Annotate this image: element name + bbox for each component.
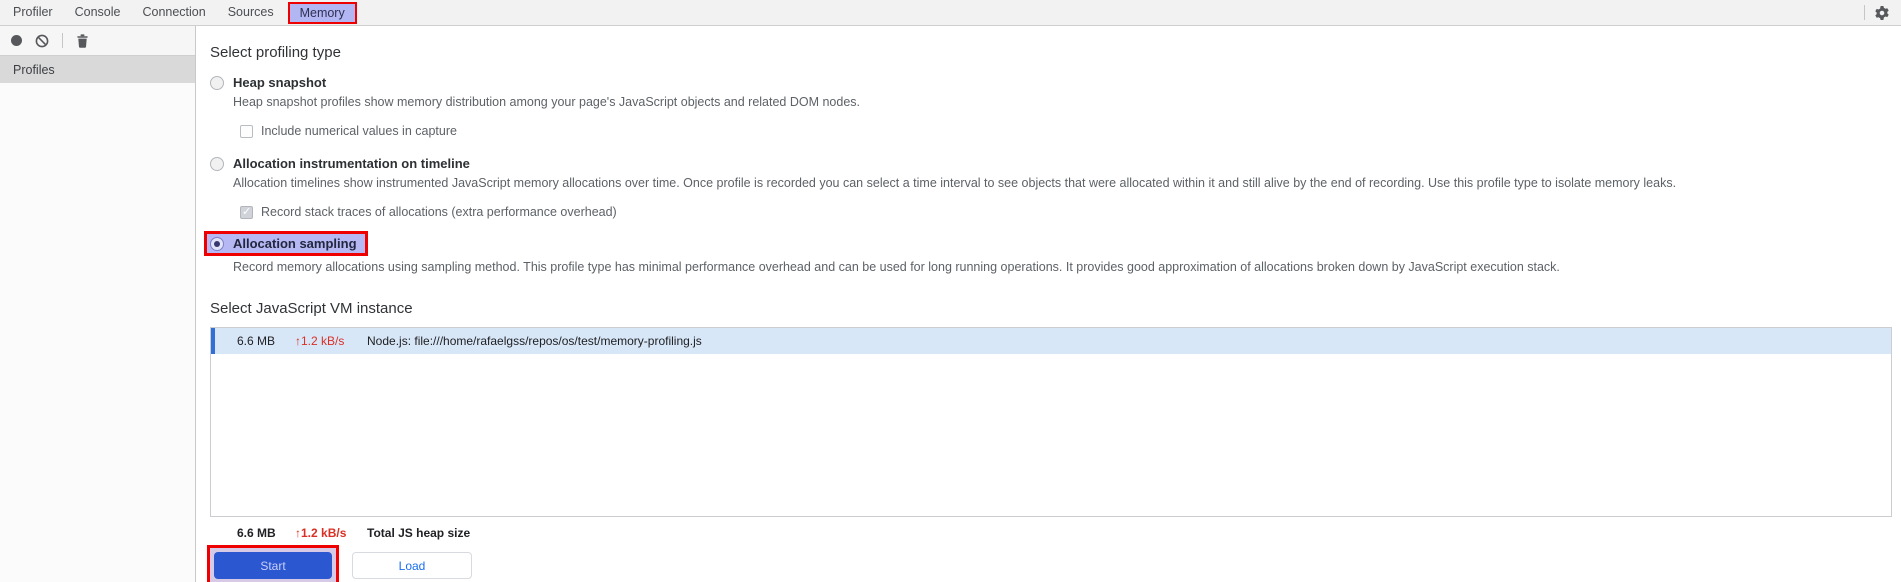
toolbar-separator: [62, 33, 63, 48]
tab-memory[interactable]: Memory: [287, 1, 357, 24]
tabbar-separator: [1864, 5, 1865, 20]
option-allocation-timeline[interactable]: Allocation instrumentation on timeline: [210, 156, 1901, 171]
record-stack-traces-option[interactable]: Record stack traces of allocations (extr…: [240, 205, 1901, 219]
memory-panel: Select profiling type Heap snapshot Heap…: [196, 26, 1901, 582]
radio-allocation-sampling[interactable]: [210, 236, 224, 251]
total-heap-size: 6.6 MB: [237, 526, 276, 540]
heap-totals-row: 6.6 MB ↑1.2 kB/s Total JS heap size: [210, 526, 1901, 540]
total-heap-rate: ↑1.2 kB/s: [295, 526, 347, 540]
vm-heap-rate: ↑1.2 kB/s: [295, 334, 345, 348]
checkbox-include-numerical-values[interactable]: [240, 124, 253, 138]
vm-instance-heading: Select JavaScript VM instance: [210, 300, 413, 317]
total-heap-label: Total JS heap size: [367, 526, 471, 540]
vm-heap-size: 6.6 MB: [237, 334, 276, 348]
record-icon[interactable]: [11, 35, 22, 46]
allocation-timeline-description: Allocation timelines show instrumented J…: [233, 176, 1677, 190]
load-button[interactable]: Load: [352, 552, 472, 579]
start-button[interactable]: Start: [214, 552, 332, 579]
start-button-annotation: Start: [207, 545, 339, 582]
profiles-sidebar: Profiles: [0, 26, 196, 582]
app-body: Profiles Select profiling type Heap snap…: [0, 26, 1901, 582]
allocation-sampling-label: Allocation sampling: [233, 236, 357, 251]
record-stack-traces-label: Record stack traces of allocations (extr…: [261, 205, 617, 219]
tab-profiler[interactable]: Profiler: [2, 0, 64, 25]
vm-instance-row[interactable]: 6.6 MB ↑1.2 kB/s Node.js: file:///home/r…: [211, 328, 1891, 354]
settings-button[interactable]: [1874, 5, 1890, 21]
gear-icon: [1874, 5, 1890, 21]
tab-console[interactable]: Console: [64, 0, 132, 25]
block-icon[interactable]: [35, 34, 49, 48]
vm-instance-name: Node.js: file:///home/rafaelgss/repos/os…: [367, 334, 702, 348]
profiles-label: Profiles: [13, 62, 55, 77]
radio-heap-snapshot[interactable]: [210, 75, 224, 90]
profiles-toolbar: [0, 26, 195, 56]
devtools-tabbar: Profiler Console Connection Sources Memo…: [0, 0, 1901, 26]
vm-instance-list: 6.6 MB ↑1.2 kB/s Node.js: file:///home/r…: [210, 327, 1892, 517]
option-allocation-sampling[interactable]: Allocation sampling: [204, 231, 368, 256]
radio-allocation-timeline[interactable]: [210, 156, 224, 171]
option-heap-snapshot[interactable]: Heap snapshot: [210, 75, 1901, 90]
allocation-sampling-description: Record memory allocations using sampling…: [233, 260, 1560, 274]
actions-row: Start Load: [207, 545, 1901, 582]
allocation-timeline-label: Allocation instrumentation on timeline: [233, 156, 470, 171]
include-numerical-values-option[interactable]: Include numerical values in capture: [240, 124, 1901, 138]
tab-sources[interactable]: Sources: [217, 0, 285, 25]
checkbox-record-stack-traces[interactable]: [240, 205, 253, 219]
heap-snapshot-description: Heap snapshot profiles show memory distr…: [233, 95, 861, 109]
sidebar-item-profiles[interactable]: Profiles: [0, 56, 195, 83]
tab-connection[interactable]: Connection: [131, 0, 216, 25]
include-numerical-values-label: Include numerical values in capture: [261, 124, 457, 138]
trash-icon[interactable]: [76, 33, 89, 48]
profiling-type-heading: Select profiling type: [210, 44, 341, 61]
heap-snapshot-label: Heap snapshot: [233, 75, 327, 90]
